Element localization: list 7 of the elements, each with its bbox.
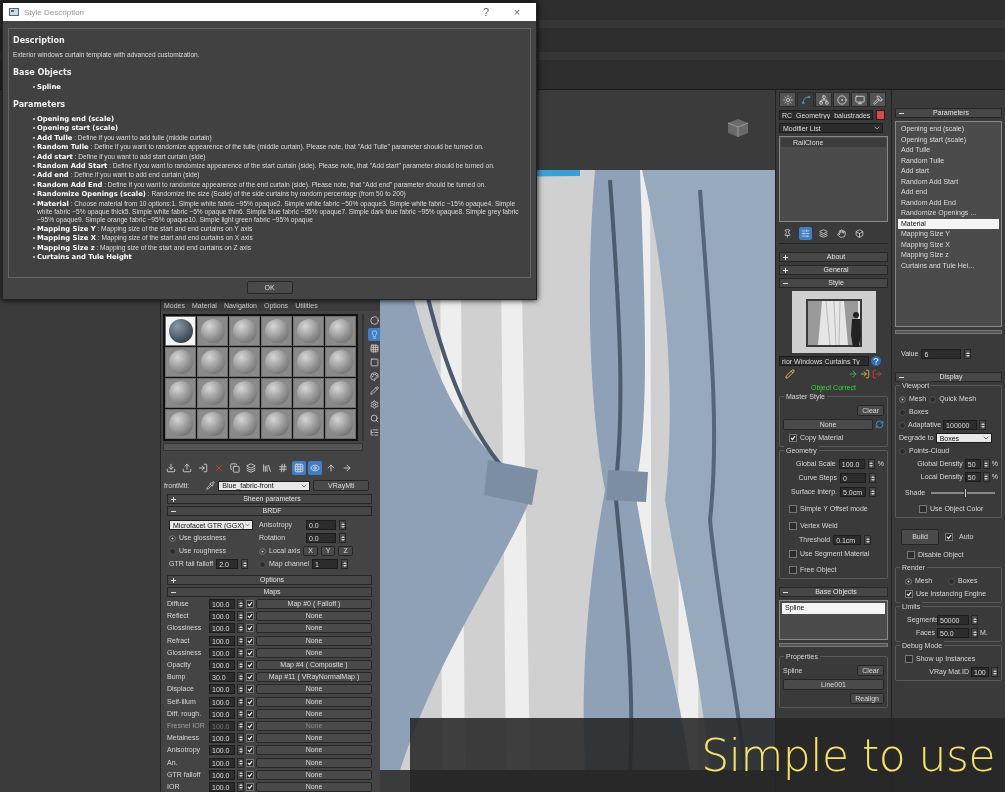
section-heading: Description <box>13 36 66 45</box>
help-button[interactable]: ? <box>473 6 499 18</box>
caption-text: Simple to use <box>701 729 995 781</box>
section-heading: Base Objects <box>13 68 73 77</box>
close-button[interactable]: × <box>504 6 530 18</box>
window-title: Style Description <box>24 7 86 17</box>
section-heading: Parameters <box>13 99 67 109</box>
